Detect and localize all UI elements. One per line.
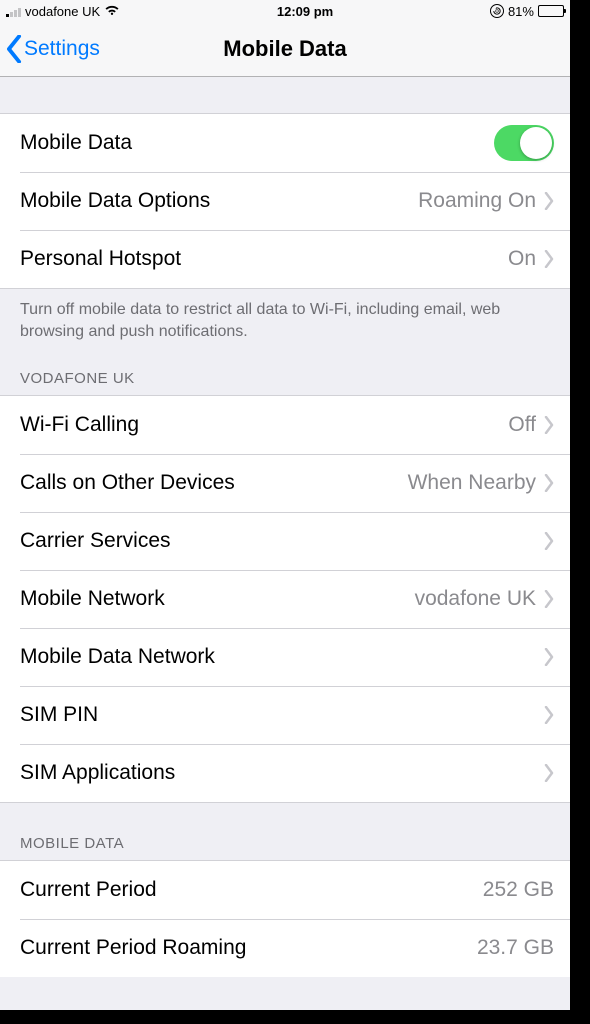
back-button[interactable]: Settings bbox=[0, 35, 100, 63]
section-vodafone: Wi-Fi Calling Off Calls on Other Devices… bbox=[0, 395, 570, 803]
row-personal-hotspot[interactable]: Personal Hotspot On bbox=[0, 230, 570, 288]
row-label: Current Period Roaming bbox=[20, 936, 477, 960]
row-label: Mobile Data Options bbox=[20, 189, 418, 213]
section-footer: Turn off mobile data to restrict all dat… bbox=[0, 289, 570, 348]
row-label: Carrier Services bbox=[20, 529, 544, 553]
row-calls-other-devices[interactable]: Calls on Other Devices When Nearby bbox=[0, 454, 570, 512]
row-label: Mobile Network bbox=[20, 587, 415, 611]
chevron-left-icon bbox=[6, 35, 22, 63]
row-current-period: Current Period 252 GB bbox=[0, 861, 570, 919]
status-bar: vodafone UK 12:09 pm 81% bbox=[0, 0, 570, 22]
battery-percent: 81% bbox=[508, 4, 534, 19]
wifi-icon bbox=[104, 4, 120, 19]
row-current-period-roaming: Current Period Roaming 23.7 GB bbox=[0, 919, 570, 977]
row-value: Off bbox=[508, 413, 536, 437]
row-label: Mobile Data Network bbox=[20, 645, 544, 669]
section-header-vodafone: VODAFONE UK bbox=[0, 348, 570, 395]
signal-icon bbox=[6, 6, 21, 17]
carrier-label: vodafone UK bbox=[25, 4, 100, 19]
row-label: Mobile Data bbox=[20, 131, 494, 155]
row-value: 23.7 GB bbox=[477, 936, 554, 960]
chevron-right-icon bbox=[544, 416, 554, 434]
row-value: Roaming On bbox=[418, 189, 536, 213]
row-label: Calls on Other Devices bbox=[20, 471, 408, 495]
row-value: On bbox=[508, 247, 536, 271]
section-mobile-data: Mobile Data Mobile Data Options Roaming … bbox=[0, 113, 570, 289]
row-mobile-data-options[interactable]: Mobile Data Options Roaming On bbox=[0, 172, 570, 230]
row-label: Current Period bbox=[20, 878, 483, 902]
rotation-lock-icon bbox=[490, 4, 504, 18]
chevron-right-icon bbox=[544, 764, 554, 782]
row-value: 252 GB bbox=[483, 878, 554, 902]
row-wifi-calling[interactable]: Wi-Fi Calling Off bbox=[0, 396, 570, 454]
chevron-right-icon bbox=[544, 648, 554, 666]
clock: 12:09 pm bbox=[277, 4, 333, 19]
row-label: SIM PIN bbox=[20, 703, 544, 727]
chevron-right-icon bbox=[544, 250, 554, 268]
settings-screen: vodafone UK 12:09 pm 81% Settings Mobile… bbox=[0, 0, 570, 1010]
chevron-right-icon bbox=[544, 192, 554, 210]
row-mobile-data-network[interactable]: Mobile Data Network bbox=[0, 628, 570, 686]
section-header-usage: MOBILE DATA bbox=[0, 803, 570, 860]
row-label: Personal Hotspot bbox=[20, 247, 508, 271]
row-value: vodafone UK bbox=[415, 587, 536, 611]
nav-bar: Settings Mobile Data bbox=[0, 22, 570, 77]
row-mobile-data-toggle[interactable]: Mobile Data bbox=[0, 114, 570, 172]
chevron-right-icon bbox=[544, 532, 554, 550]
chevron-right-icon bbox=[544, 474, 554, 492]
mobile-data-toggle[interactable] bbox=[494, 125, 554, 161]
back-label: Settings bbox=[24, 37, 100, 61]
battery-icon bbox=[538, 5, 564, 17]
row-carrier-services[interactable]: Carrier Services bbox=[0, 512, 570, 570]
row-sim-applications[interactable]: SIM Applications bbox=[0, 744, 570, 802]
section-usage: Current Period 252 GB Current Period Roa… bbox=[0, 860, 570, 977]
row-mobile-network[interactable]: Mobile Network vodafone UK bbox=[0, 570, 570, 628]
chevron-right-icon bbox=[544, 706, 554, 724]
row-label: SIM Applications bbox=[20, 761, 544, 785]
chevron-right-icon bbox=[544, 590, 554, 608]
row-value: When Nearby bbox=[408, 471, 536, 495]
row-label: Wi-Fi Calling bbox=[20, 413, 508, 437]
row-sim-pin[interactable]: SIM PIN bbox=[0, 686, 570, 744]
